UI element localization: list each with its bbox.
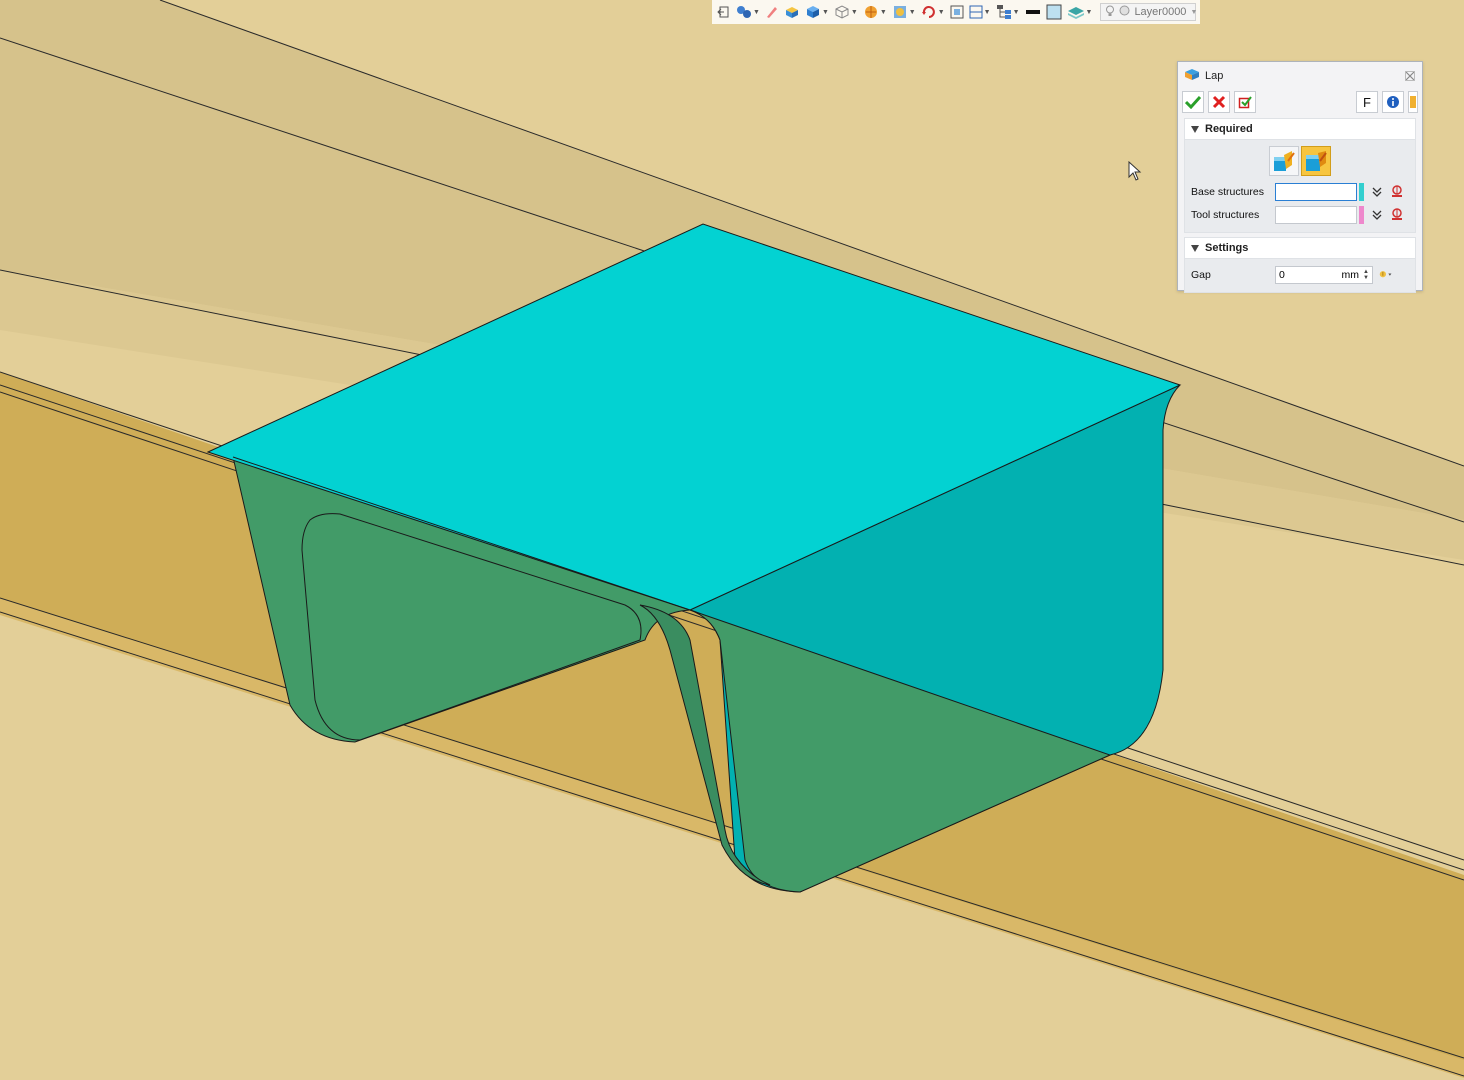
dialog-actions: F <box>1178 90 1422 114</box>
solid-icon[interactable] <box>783 2 801 22</box>
gap-value: 0 <box>1279 268 1285 281</box>
layer-select[interactable]: Layer0000 ▼ <box>1100 3 1198 21</box>
collapse-triangle-icon <box>1191 244 1199 252</box>
base-structures-row: Base structures <box>1191 180 1409 203</box>
layer-name: Layer0000 <box>1134 6 1187 18</box>
render-mode-icon[interactable]: ▼ <box>891 2 917 22</box>
lap-mode-1-button[interactable] <box>1269 146 1299 176</box>
lap-mode-2-button[interactable] <box>1301 146 1331 176</box>
settings-section-body: Gap 0 mm ▲ ▼ <box>1184 259 1416 293</box>
lap-command-icon <box>1184 67 1200 86</box>
apply-button[interactable] <box>1234 91 1256 113</box>
mouse-cursor-icon <box>1128 161 1142 181</box>
base-structures-input[interactable] <box>1275 182 1357 201</box>
box-icon[interactable]: ▼ <box>804 2 830 22</box>
help-icon[interactable] <box>1408 91 1418 113</box>
ok-button[interactable] <box>1182 91 1204 113</box>
gap-row: Gap 0 mm ▲ ▼ <box>1191 263 1409 286</box>
layer-display-icon[interactable]: ▼ <box>1066 2 1094 22</box>
bulb-icon <box>1105 5 1115 20</box>
gap-label: Gap <box>1191 268 1211 281</box>
base-color-strip <box>1359 182 1364 201</box>
required-section: Required Base structures Tool structures <box>1184 118 1416 233</box>
filter-button[interactable]: F <box>1356 91 1378 113</box>
collapse-triangle-icon <box>1191 125 1199 133</box>
chevron-down-icon: ▼ <box>1190 8 1198 16</box>
line-style-icon[interactable] <box>1024 2 1042 22</box>
assembly-icon[interactable]: ▼ <box>735 2 761 22</box>
pencil-icon[interactable] <box>764 2 780 22</box>
gap-unit: mm <box>1341 268 1360 281</box>
dialog-title: Lap <box>1205 70 1224 82</box>
zoom-fit-icon[interactable] <box>949 2 965 22</box>
pick-structure-icon[interactable] <box>1390 185 1404 199</box>
settings-section: Settings Gap 0 mm ▲ ▼ <box>1184 237 1416 293</box>
settings-label: Settings <box>1205 242 1249 254</box>
tool-structures-label: Tool structures <box>1191 208 1260 221</box>
tool-structures-row: Tool structures <box>1191 203 1409 226</box>
view-toolbar: ▼ ▼ ▼ ▼ ▼ ▼ ▼ ▼ ▼ Layer0000 ▼ <box>712 0 1201 24</box>
chevron-double-down-icon[interactable] <box>1370 208 1384 222</box>
gap-options-icon[interactable] <box>1379 268 1393 282</box>
pick-structure-icon[interactable] <box>1390 208 1404 222</box>
settings-section-header[interactable]: Settings <box>1184 237 1416 259</box>
required-section-body: Base structures Tool structures <box>1184 140 1416 233</box>
hierarchy-icon[interactable]: ▼ <box>995 2 1021 22</box>
lap-titlebar: Lap <box>1178 62 1422 90</box>
cancel-button[interactable] <box>1208 91 1230 113</box>
chevron-double-down-icon[interactable] <box>1370 185 1384 199</box>
tool-structures-input[interactable] <box>1275 205 1357 224</box>
gap-input[interactable]: 0 mm ▲ ▼ <box>1275 265 1373 284</box>
color-swatch-icon[interactable] <box>1045 2 1063 22</box>
layer-lock-icon <box>1119 5 1130 19</box>
lap-dialog: Lap F Required Base structures Tool stru… <box>1177 61 1423 293</box>
rotate-view-icon[interactable]: ▼ <box>920 2 946 22</box>
gap-stepper[interactable]: ▲ ▼ <box>1363 269 1369 281</box>
exit-icon[interactable] <box>716 2 732 22</box>
render-sphere-icon[interactable]: ▼ <box>862 2 888 22</box>
close-icon[interactable] <box>1404 70 1416 82</box>
required-section-header[interactable]: Required <box>1184 118 1416 140</box>
required-label: Required <box>1205 123 1253 135</box>
section-view-icon[interactable]: ▼ <box>968 2 992 22</box>
tool-color-strip <box>1359 205 1364 224</box>
wireframe-cube-icon[interactable]: ▼ <box>833 2 859 22</box>
lap-mode-row <box>1191 144 1409 180</box>
info-button[interactable] <box>1382 91 1404 113</box>
base-structures-label: Base structures <box>1191 185 1264 198</box>
